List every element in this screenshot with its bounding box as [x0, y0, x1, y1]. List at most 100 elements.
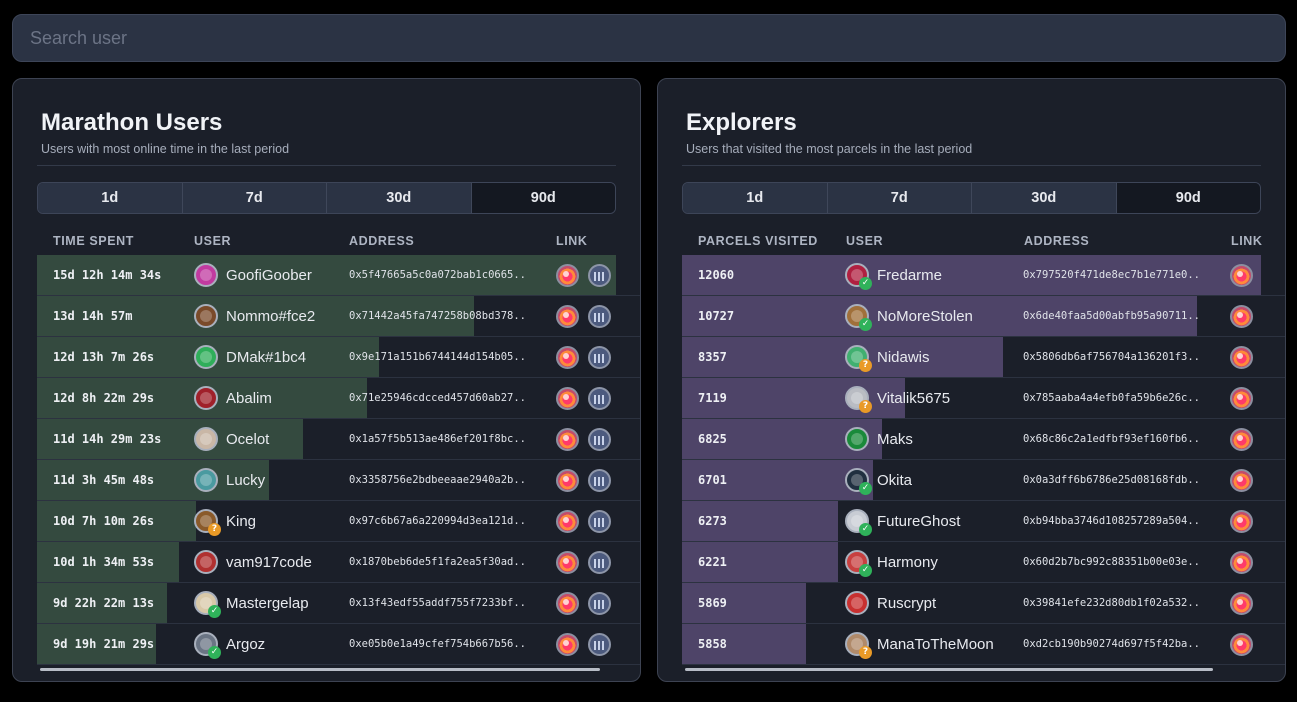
table-row[interactable]: 12d 13h 7m 26s DMak#1bc4 0x9e171a151b67441… — [37, 337, 640, 378]
stats-icon[interactable] — [588, 469, 611, 492]
user-name[interactable]: Mastergelap — [226, 583, 309, 624]
wallet-address[interactable]: 0x71e25946cdcced457d60ab27.. — [349, 378, 526, 419]
table-row[interactable]: 10d 1h 34m 53s vam917code 0x1870beb6de5f1f… — [37, 542, 640, 583]
user-name[interactable]: Ocelot — [226, 419, 269, 460]
stats-icon[interactable] — [588, 592, 611, 615]
stats-icon[interactable] — [588, 264, 611, 287]
user-name[interactable]: Ruscrypt — [877, 583, 936, 624]
decentraland-icon[interactable] — [556, 469, 579, 492]
user-name[interactable]: vam917code — [226, 542, 312, 583]
table-row[interactable]: 11d 14h 29m 23s Ocelot 0x1a57f5b513ae486ef… — [37, 419, 640, 460]
user-name[interactable]: Vitalik5675 — [877, 378, 950, 419]
decentraland-icon[interactable] — [1230, 387, 1253, 410]
table-row[interactable]: 9d 22h 22m 13s ✓ Mastergelap 0x13f43edf55ad… — [37, 583, 640, 624]
col-address[interactable]: ADDRESS — [349, 234, 414, 248]
wallet-address[interactable]: 0xb94bba3746d108257289a504.. — [1023, 501, 1200, 542]
wallet-address[interactable]: 0x13f43edf55addf755f7233bf.. — [349, 583, 526, 624]
user-name[interactable]: Nommo#fce2 — [226, 296, 315, 337]
stats-icon[interactable] — [588, 551, 611, 574]
tab-1d[interactable]: 1d — [38, 183, 183, 213]
stats-icon[interactable] — [588, 346, 611, 369]
table-row[interactable]: 12d 8h 22m 29s Abalim 0x71e25946cdcced457d… — [37, 378, 640, 419]
decentraland-icon[interactable] — [1230, 510, 1253, 533]
wallet-address[interactable]: 0x1a57f5b513ae486ef201f8bc.. — [349, 419, 526, 460]
wallet-address[interactable]: 0x71442a45fa747258b08bd378.. — [349, 296, 526, 337]
stats-icon[interactable] — [588, 510, 611, 533]
search-bar[interactable] — [12, 14, 1286, 62]
table-row[interactable]: 6221 ✓ Harmony 0x60d2b7bc992c88351b00e03e.. — [682, 542, 1285, 583]
decentraland-icon[interactable] — [1230, 551, 1253, 574]
table-row[interactable]: 5858? ManaToTheMoon 0xd2cb190b90274d697f5f… — [682, 624, 1285, 665]
decentraland-icon[interactable] — [1230, 264, 1253, 287]
tab-1d[interactable]: 1d — [683, 183, 828, 213]
wallet-address[interactable]: 0x1870beb6de5f1fa2ea5f30ad.. — [349, 542, 526, 583]
user-name[interactable]: Lucky — [226, 460, 265, 501]
decentraland-icon[interactable] — [556, 510, 579, 533]
user-name[interactable]: Argoz — [226, 624, 265, 665]
stats-icon[interactable] — [588, 387, 611, 410]
table-row[interactable]: 10727 ✓ NoMoreStolen 0x6de40faa5d00abfb95a9… — [682, 296, 1285, 337]
stats-icon[interactable] — [588, 428, 611, 451]
search-input[interactable] — [13, 15, 1285, 61]
wallet-address[interactable]: 0x97c6b67a6a220994d3ea121d.. — [349, 501, 526, 542]
horizontal-scrollbar[interactable] — [685, 668, 1213, 671]
table-row[interactable]: 10d 7h 10m 26s? King 0x97c6b67a6a220994d3e… — [37, 501, 640, 542]
col-user[interactable]: USER — [846, 234, 883, 248]
decentraland-icon[interactable] — [556, 305, 579, 328]
user-name[interactable]: Harmony — [877, 542, 938, 583]
tab-7d[interactable]: 7d — [827, 183, 972, 213]
user-name[interactable]: King — [226, 501, 256, 542]
wallet-address[interactable]: 0x9e171a151b6744144d154b05.. — [349, 337, 526, 378]
user-name[interactable]: FutureGhost — [877, 501, 960, 542]
table-row[interactable]: 6825 Maks 0x68c86c2a1edfbf93ef160fb6.. — [682, 419, 1285, 460]
table-row[interactable]: 6701 ✓ Okita 0x0a3dff6b6786e25d08168fdb.. — [682, 460, 1285, 501]
wallet-address[interactable]: 0x785aaba4a4efb0fa59b6e26c.. — [1023, 378, 1200, 419]
col-time-spent[interactable]: TIME SPENT — [53, 234, 134, 248]
horizontal-scrollbar[interactable] — [40, 668, 600, 671]
tab-90d[interactable]: 90d — [471, 183, 615, 213]
user-name[interactable]: NoMoreStolen — [877, 296, 973, 337]
table-row[interactable]: 13d 14h 57m Nommo#fce2 0x71442a45fa747258b… — [37, 296, 640, 337]
decentraland-icon[interactable] — [556, 264, 579, 287]
decentraland-icon[interactable] — [1230, 305, 1253, 328]
user-name[interactable]: Okita — [877, 460, 912, 501]
wallet-address[interactable]: 0x6de40faa5d00abfb95a90711.. — [1023, 296, 1200, 337]
wallet-address[interactable]: 0x0a3dff6b6786e25d08168fdb.. — [1023, 460, 1200, 501]
decentraland-icon[interactable] — [1230, 592, 1253, 615]
decentraland-icon[interactable] — [1230, 428, 1253, 451]
decentraland-icon[interactable] — [1230, 469, 1253, 492]
decentraland-icon[interactable] — [556, 551, 579, 574]
table-row[interactable]: 12060 ✓ Fredarme 0x797520f471de8ec7b1e771e0… — [682, 255, 1285, 296]
decentraland-icon[interactable] — [556, 592, 579, 615]
wallet-address[interactable]: 0xe05b0e1a49cfef754b667b56.. — [349, 624, 526, 665]
wallet-address[interactable]: 0x60d2b7bc992c88351b00e03e.. — [1023, 542, 1200, 583]
table-row[interactable]: 11d 3h 45m 48s Lucky 0x3358756e2bdbeeaae29… — [37, 460, 640, 501]
user-name[interactable]: Maks — [877, 419, 913, 460]
wallet-address[interactable]: 0x5f47665a5c0a072bab1c0665.. — [349, 255, 526, 296]
stats-icon[interactable] — [588, 305, 611, 328]
col-parcels-visited[interactable]: PARCELS VISITED — [698, 234, 818, 248]
user-name[interactable]: ManaToTheMoon — [877, 624, 994, 665]
tab-30d[interactable]: 30d — [327, 183, 472, 213]
wallet-address[interactable]: 0x68c86c2a1edfbf93ef160fb6.. — [1023, 419, 1200, 460]
table-row[interactable]: 5869 Ruscrypt 0x39841efe232d80db1f02a532.. — [682, 583, 1285, 624]
user-name[interactable]: DMak#1bc4 — [226, 337, 306, 378]
table-row[interactable]: 6273 ✓ FutureGhost 0xb94bba3746d108257289a5… — [682, 501, 1285, 542]
user-name[interactable]: Fredarme — [877, 255, 942, 296]
user-name[interactable]: GoofiGoober — [226, 255, 312, 296]
tab-7d[interactable]: 7d — [182, 183, 327, 213]
table-row[interactable]: 7119? Vitalik5675 0x785aaba4a4efb0fa59b6e2… — [682, 378, 1285, 419]
user-name[interactable]: Nidawis — [877, 337, 930, 378]
decentraland-icon[interactable] — [1230, 346, 1253, 369]
user-name[interactable]: Abalim — [226, 378, 272, 419]
tab-30d[interactable]: 30d — [972, 183, 1117, 213]
wallet-address[interactable]: 0x3358756e2bdbeeaae2940a2b.. — [349, 460, 526, 501]
table-row[interactable]: 9d 19h 21m 29s ✓ Argoz 0xe05b0e1a49cfef754b… — [37, 624, 640, 665]
decentraland-icon[interactable] — [556, 633, 579, 656]
table-row[interactable]: 15d 12h 14m 34s GoofiGoober 0x5f47665a5c0a… — [37, 255, 640, 296]
col-user[interactable]: USER — [194, 234, 231, 248]
decentraland-icon[interactable] — [556, 346, 579, 369]
decentraland-icon[interactable] — [556, 387, 579, 410]
wallet-address[interactable]: 0xd2cb190b90274d697f5f42ba.. — [1023, 624, 1200, 665]
wallet-address[interactable]: 0x39841efe232d80db1f02a532.. — [1023, 583, 1200, 624]
